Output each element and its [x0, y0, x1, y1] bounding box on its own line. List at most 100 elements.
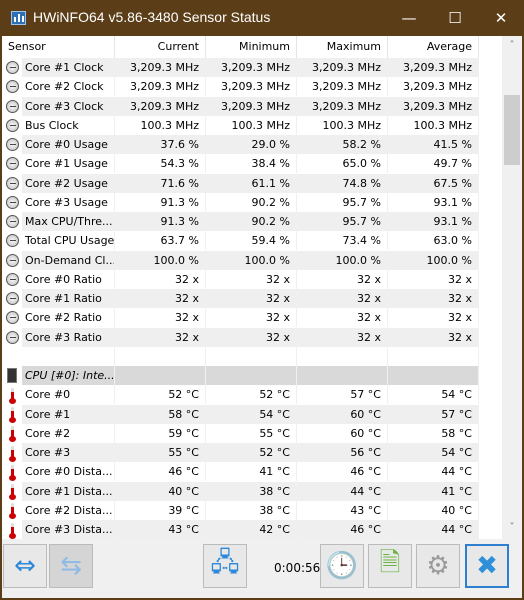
table-row[interactable]: Core #1 Ratio 32 x 32 x 32 x 32 x [2, 289, 480, 309]
current-value [115, 346, 206, 366]
sensor-name: Core #0 Dista... [25, 465, 113, 479]
sensor-cell: Core #2 Dista... [2, 500, 115, 520]
table-row[interactable]: Core #0 52 °C 52 °C 57 °C 54 °C [2, 385, 480, 405]
table-row[interactable]: Total CPU Usage 63.7 % 59.4 % 73.4 % 63.0 % [2, 231, 480, 251]
table-row[interactable]: Core #3 55 °C 52 °C 56 °C 54 °C [2, 443, 480, 463]
minimize-button[interactable]: — [386, 0, 432, 36]
sensor-cell: Core #1 Clock [2, 58, 115, 78]
sensor-name: Core #0 Ratio [25, 272, 102, 286]
table-row[interactable]: Core #3 Usage 91.3 % 90.2 % 95.7 % 93.1 % [2, 192, 480, 212]
table-row[interactable]: Core #0 Usage 37.6 % 29.0 % 58.2 % 41.5 % [2, 135, 480, 155]
current-value: 37.6 % [115, 135, 206, 155]
expand-button[interactable]: ⇔ [3, 544, 47, 588]
maximum-value [297, 366, 388, 386]
sensor-name: Core #2 Usage [22, 173, 114, 193]
sensor-cell: On-Demand Cl... [2, 250, 115, 270]
empty-row[interactable] [2, 346, 480, 366]
average-value: 32 x [388, 308, 479, 328]
table-row[interactable]: Bus Clock 100.3 MHz 100.3 MHz 100.3 MHz 100.… [2, 115, 480, 135]
table-row[interactable]: Core #2 Clock 3,209.3 MHz 3,209.3 MHz 3,209… [2, 77, 480, 97]
current-value: 91.3 % [115, 212, 206, 232]
sensor-name: Core #3 Usage [25, 195, 108, 209]
settings-button[interactable]: ⚙ [416, 544, 460, 588]
minimum-value: 41 °C [206, 462, 297, 482]
reset-clock-button[interactable]: 🕒 [320, 544, 364, 588]
network-button[interactable]: 🖧 [203, 544, 247, 588]
elapsed-timer: 0:00:56 [274, 561, 321, 575]
column-header-average[interactable]: Average [388, 36, 479, 58]
scroll-down-arrow[interactable]: ˅ [502, 522, 522, 533]
scroll-up-arrow[interactable]: ˄ [502, 40, 522, 51]
sensor-cell: Max CPU/Thre... [2, 212, 115, 232]
table-row[interactable]: Max CPU/Thre... 91.3 % 90.2 % 95.7 % 93.1 % [2, 212, 480, 232]
current-value: 100.3 MHz [115, 115, 206, 135]
icon-cell [2, 500, 22, 520]
average-value: 100.0 % [388, 250, 479, 270]
minimum-value: 90.2 % [206, 212, 297, 232]
close-button[interactable]: ✕ [478, 0, 524, 36]
table-row[interactable]: Core #3 Ratio 32 x 32 x 32 x 32 x [2, 327, 480, 347]
table-row[interactable]: On-Demand Cl... 100.0 % 100.0 % 100.0 % 100.… [2, 250, 480, 270]
current-value: 40 °C [115, 481, 206, 501]
sensor-group-row[interactable]: CPU [#0]: Inte... [2, 366, 480, 386]
table-row[interactable]: Core #3 Dista... 43 °C 42 °C 46 °C 44 °C [2, 520, 480, 539]
average-value: 40 °C [388, 500, 479, 520]
sensor-cell: Core #2 [2, 423, 115, 443]
current-value [115, 366, 206, 386]
table-row[interactable]: Core #1 Usage 54.3 % 38.4 % 65.0 % 49.7 % [2, 154, 480, 174]
clock-icon [5, 138, 19, 152]
sensor-cell: Core #1 Dista... [2, 481, 115, 501]
icon-cell [2, 443, 22, 463]
table-row[interactable]: Core #2 Ratio 32 x 32 x 32 x 32 x [2, 308, 480, 328]
collapse-button[interactable]: ⇆ [49, 544, 93, 588]
current-value: 43 °C [115, 520, 206, 539]
sensor-name: Core #2 Clock [25, 80, 104, 94]
average-value: 3,209.3 MHz [388, 77, 479, 97]
log-file-button[interactable]: 🗎 [368, 544, 412, 588]
maximum-value: 32 x [297, 327, 388, 347]
sensor-name: Core #3 [22, 443, 114, 463]
column-header-maximum[interactable]: Maximum [297, 36, 388, 58]
average-value [388, 346, 479, 366]
table-row[interactable]: Core #2 59 °C 55 °C 60 °C 58 °C [2, 423, 480, 443]
thermometer-icon [8, 522, 16, 539]
thermometer-icon [8, 445, 16, 462]
column-header-sensor[interactable]: Sensor [2, 36, 115, 58]
table-row[interactable]: Core #1 58 °C 54 °C 60 °C 57 °C [2, 404, 480, 424]
maximize-button[interactable]: ☐ [432, 0, 478, 36]
minimum-value: 32 x [206, 327, 297, 347]
average-value: 3,209.3 MHz [388, 96, 479, 116]
minimum-value [206, 346, 297, 366]
table-row[interactable]: Core #1 Dista... 40 °C 38 °C 44 °C 41 °C [2, 481, 480, 501]
table-row[interactable]: Core #2 Dista... 39 °C 38 °C 43 °C 40 °C [2, 500, 480, 520]
table-row[interactable]: Core #3 Clock 3,209.3 MHz 3,209.3 MHz 3,209… [2, 96, 480, 116]
sensor-cell: Core #2 Ratio [2, 308, 115, 328]
exit-button[interactable]: ✖ [465, 544, 509, 588]
arrows-in-icon: ⇆ [60, 551, 82, 581]
minimum-value: 61.1 % [206, 173, 297, 193]
average-value: 32 x [388, 327, 479, 347]
thermometer-icon [8, 464, 16, 481]
maximum-value: 57 °C [297, 385, 388, 405]
vertical-scrollbar[interactable]: ˄ ˅ [502, 36, 522, 539]
clock-icon [5, 80, 19, 94]
table-row[interactable]: Core #1 Clock 3,209.3 MHz 3,209.3 MHz 3,209… [2, 58, 480, 78]
scrollbar-thumb[interactable] [504, 95, 520, 165]
icon-cell [2, 154, 22, 174]
column-header-minimum[interactable]: Minimum [206, 36, 297, 58]
clock-icon [5, 176, 19, 190]
table-row[interactable]: Core #0 Dista... 46 °C 41 °C 46 °C 44 °C [2, 462, 480, 482]
current-value: 55 °C [115, 443, 206, 463]
maximum-value: 100.3 MHz [297, 115, 388, 135]
table-row[interactable]: Core #0 Ratio 32 x 32 x 32 x 32 x [2, 269, 480, 289]
average-value: 54 °C [388, 443, 479, 463]
column-header-current[interactable]: Current [115, 36, 206, 58]
average-value: 41.5 % [388, 135, 479, 155]
icon-cell [2, 289, 22, 309]
table-row[interactable]: Core #2 Usage 71.6 % 61.1 % 74.8 % 67.5 % [2, 173, 480, 193]
thermometer-icon [8, 387, 16, 404]
maximum-value [297, 346, 388, 366]
average-value: 67.5 % [388, 173, 479, 193]
icon-cell [2, 231, 22, 251]
minimum-value: 32 x [206, 308, 297, 328]
